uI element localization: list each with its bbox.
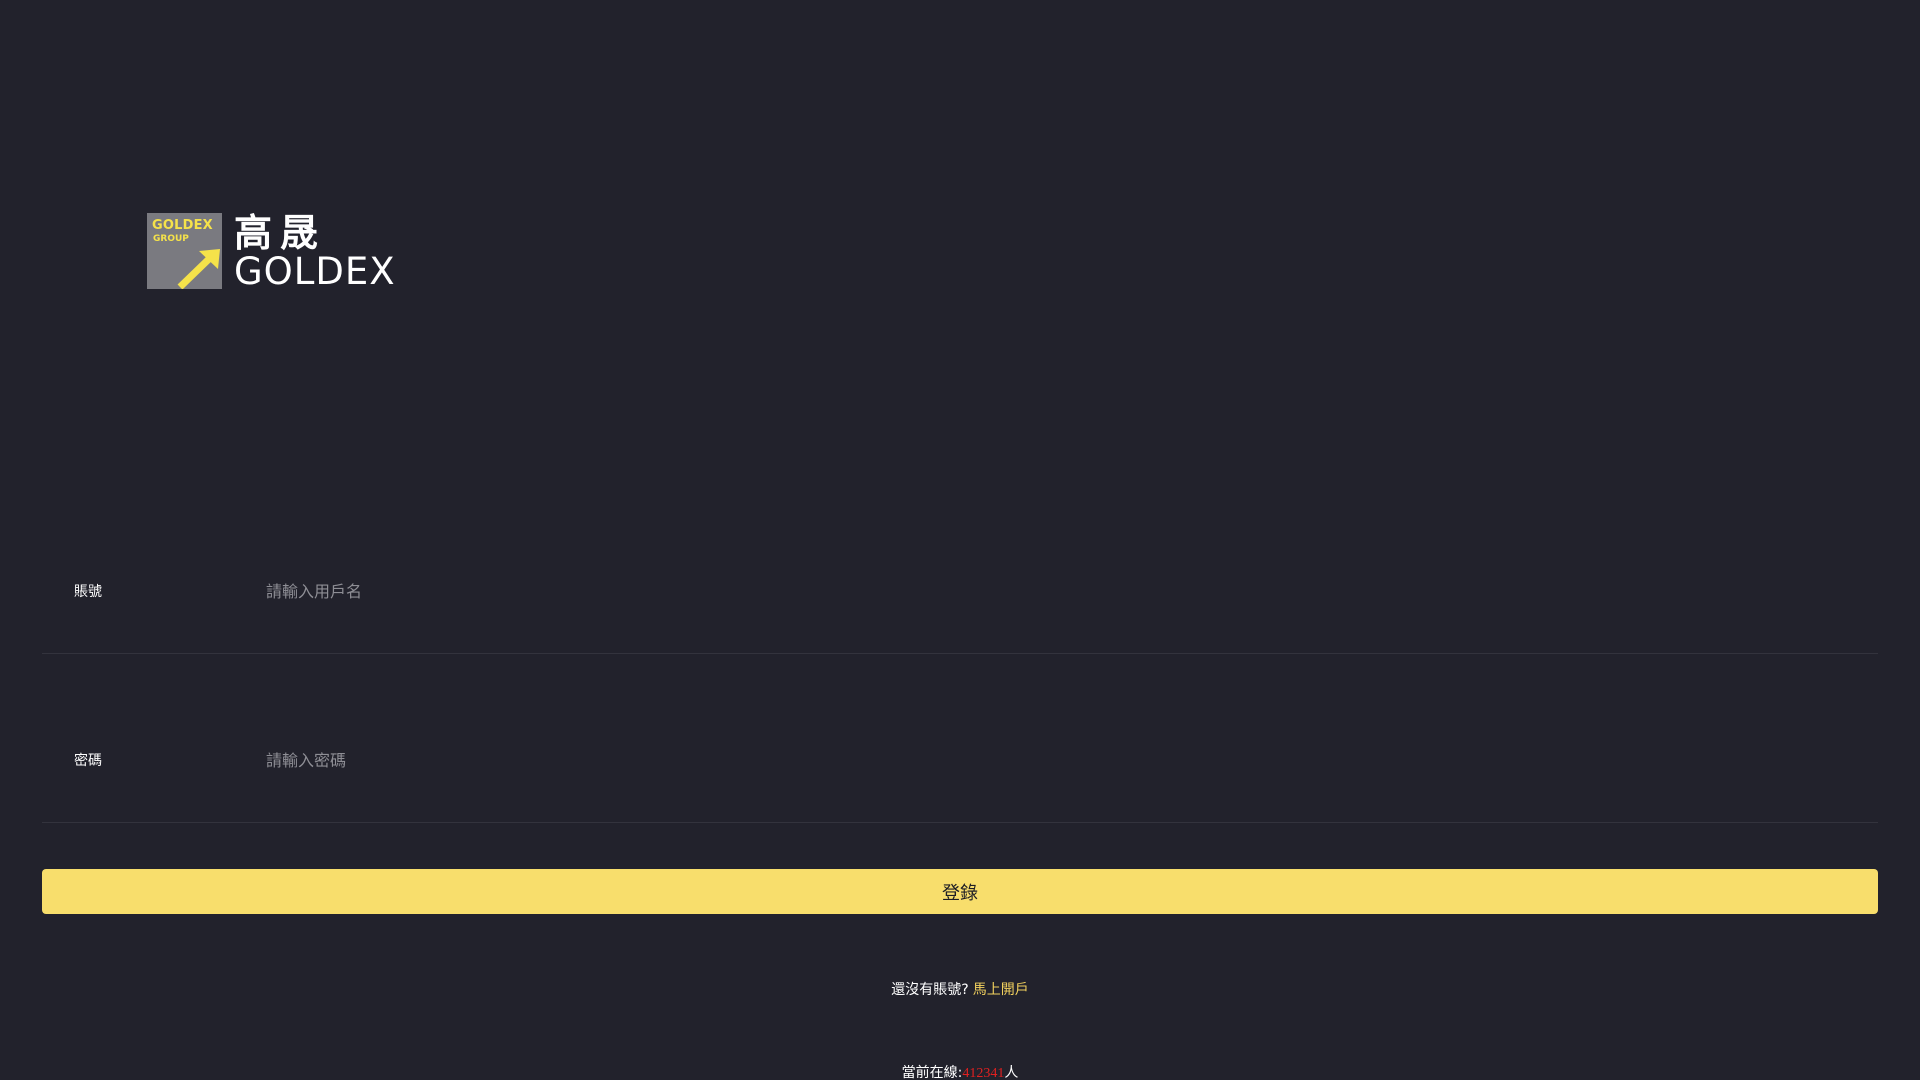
register-prompt: 還沒有賬號? [891,982,969,998]
online-count: 412341 [962,1066,1005,1080]
login-page: GOLDEX GROUP 高晟 GOLDEX 賬號 密碼 登錄 還沒有賬號?馬上… [0,0,1920,1080]
password-label: 密碼 [74,753,102,769]
account-input[interactable] [266,576,1766,606]
arrow-up-right-icon [177,249,220,289]
online-suffix: 人 [1004,1065,1019,1080]
account-field: 賬號 [42,576,1878,654]
goldex-logo: GOLDEX GROUP 高晟 GOLDEX [147,211,396,293]
account-label: 賬號 [74,584,102,600]
online-count-row: 當前在線:412341人 [0,1063,1920,1080]
open-account-link[interactable]: 馬上開戶 [973,982,1029,998]
register-row: 還沒有賬號? 馬上開戶 [0,980,1920,1000]
logo-wordmark: 高晟 GOLDEX [234,211,396,293]
logo-chinese-name: 高晟 [234,211,327,255]
online-prefix: 當前在線: [901,1065,963,1080]
password-field: 密碼 [42,745,1878,823]
logo-badge: GOLDEX GROUP [147,213,222,289]
password-input[interactable] [266,745,1766,775]
logo-english-name: GOLDEX [234,250,396,293]
login-button[interactable]: 登錄 [42,869,1878,914]
